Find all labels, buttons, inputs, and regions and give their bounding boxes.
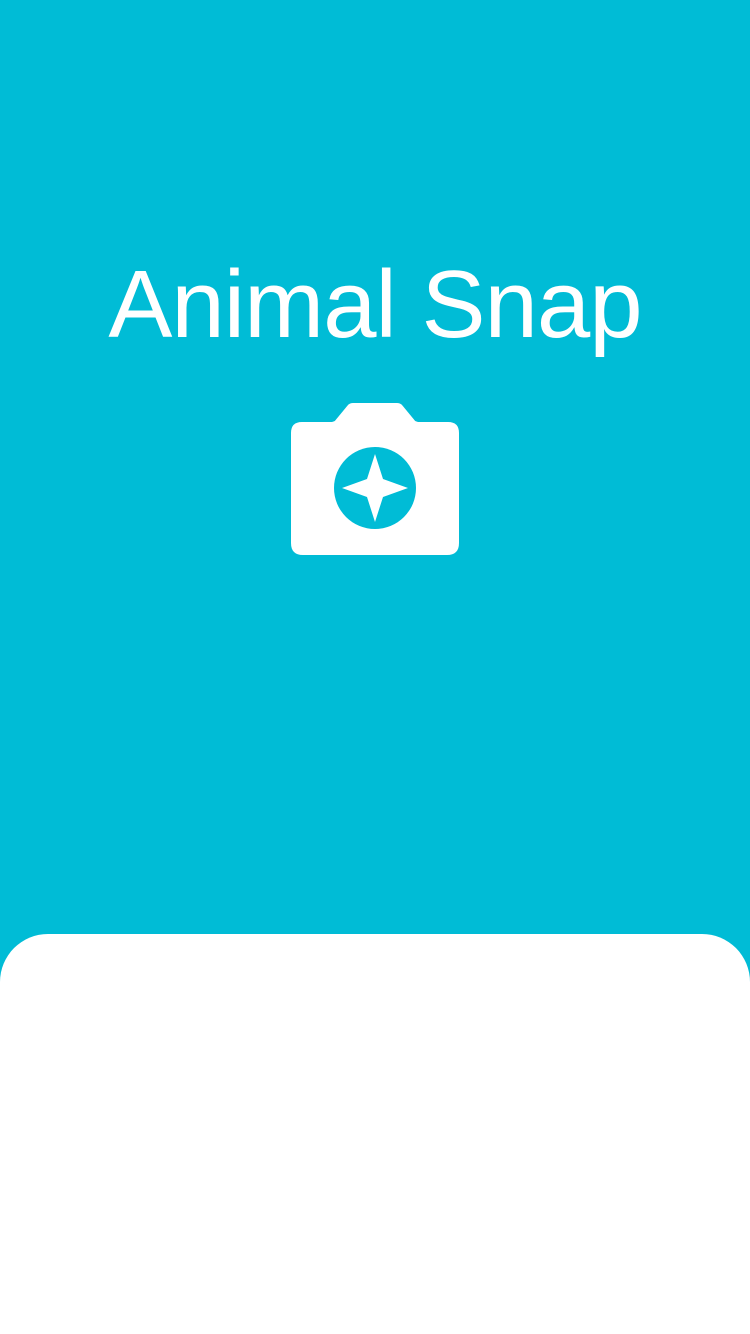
app-title: Animal Snap [108, 251, 642, 358]
bottom-sheet [0, 934, 750, 1334]
splash-screen: Animal Snap [0, 0, 750, 934]
camera-sparkle-icon [290, 402, 460, 558]
